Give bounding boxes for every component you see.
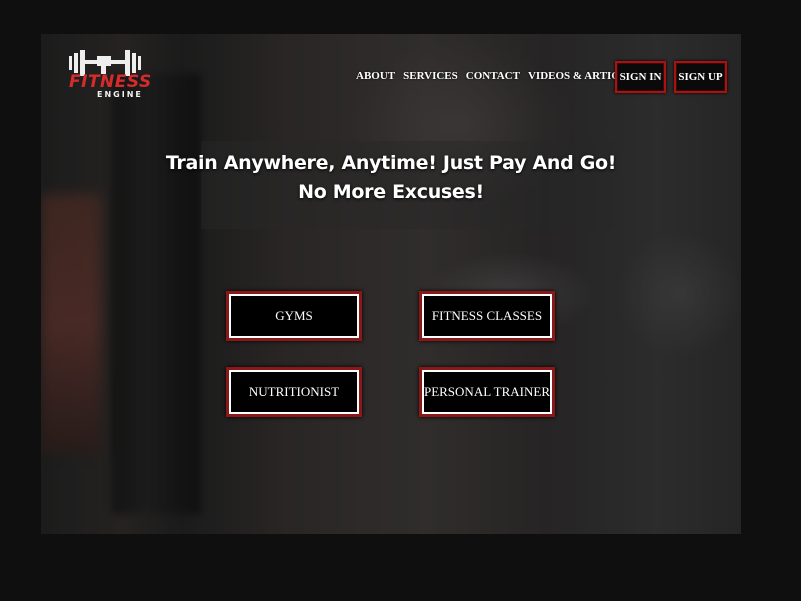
logo-word: FITNESS (69, 72, 152, 92)
dumbbell-plate (138, 56, 141, 70)
hero-banner: FITNESS ENGINE ABOUT SERVICES CONTACT VI… (41, 34, 741, 534)
sign-up-button[interactable]: SIGN UP (674, 61, 727, 93)
nav-about[interactable]: ABOUT (356, 70, 395, 82)
hero-overlay (41, 34, 741, 534)
logo[interactable]: FITNESS ENGINE (67, 48, 159, 99)
nav-services[interactable]: SERVICES (403, 70, 458, 82)
tagline-line-1: Train Anywhere, Anytime! Just Pay And Go… (165, 152, 617, 174)
dumbbell-icon (69, 56, 72, 70)
hero-tagline: Train Anywhere, Anytime! Just Pay And Go… (41, 149, 741, 207)
tagline-line-2: No More Excuses! (298, 181, 484, 203)
logo-sub: ENGINE (97, 90, 143, 99)
category-fitness-classes-button[interactable]: FITNESS CLASSES (419, 291, 555, 341)
category-gyms-button[interactable]: GYMS (226, 291, 362, 341)
dumbbell-plate (132, 53, 136, 73)
category-personal-trainer-button[interactable]: PERSONAL TRAINER (419, 367, 555, 417)
category-nutritionist-button[interactable]: NUTRITIONIST (226, 367, 362, 417)
sign-in-button[interactable]: SIGN IN (615, 61, 666, 93)
main-nav: ABOUT SERVICES CONTACT VIDEOS & ARTICLES (356, 70, 640, 82)
dumbbell-plate (74, 53, 78, 73)
nav-contact[interactable]: CONTACT (466, 70, 520, 82)
